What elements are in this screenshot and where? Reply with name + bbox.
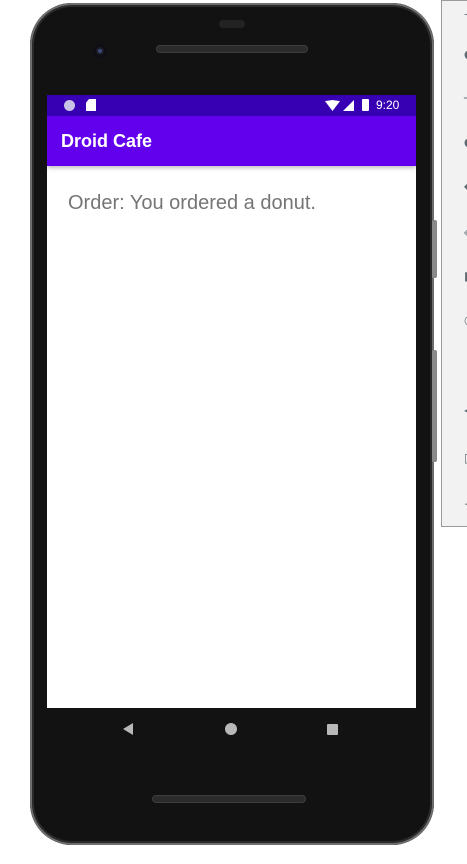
front-camera-icon [93, 44, 107, 58]
bottom-speaker-grille [152, 795, 306, 803]
app-title: Droid Cafe [61, 131, 153, 151]
status-time: 9:20 [376, 98, 400, 112]
back-icon[interactable] [123, 723, 133, 735]
wifi-icon [325, 100, 340, 111]
battery-icon [362, 99, 369, 111]
emulator-toolbar: – ◐ ┐ ◖ ◆ ◈ ▮ ◔ ◂ ▯ ⋯ [441, 0, 467, 527]
device-screen: 9:20 Droid Cafe Order: You ordered a don… [47, 95, 416, 708]
volume-rocker[interactable] [432, 350, 437, 462]
top-speaker-grille [156, 45, 308, 53]
app-bar: Droid Cafe [47, 116, 416, 166]
order-text: Order: You ordered a donut. [68, 192, 316, 214]
power-button[interactable] [432, 220, 437, 278]
sd-card-icon [86, 99, 96, 111]
notification-dot-icon [64, 100, 75, 111]
status-bar: 9:20 [47, 95, 416, 116]
recents-icon[interactable] [327, 724, 338, 735]
cell-signal-icon [343, 100, 354, 111]
earpiece-slot [219, 20, 245, 28]
home-icon[interactable] [225, 723, 237, 735]
